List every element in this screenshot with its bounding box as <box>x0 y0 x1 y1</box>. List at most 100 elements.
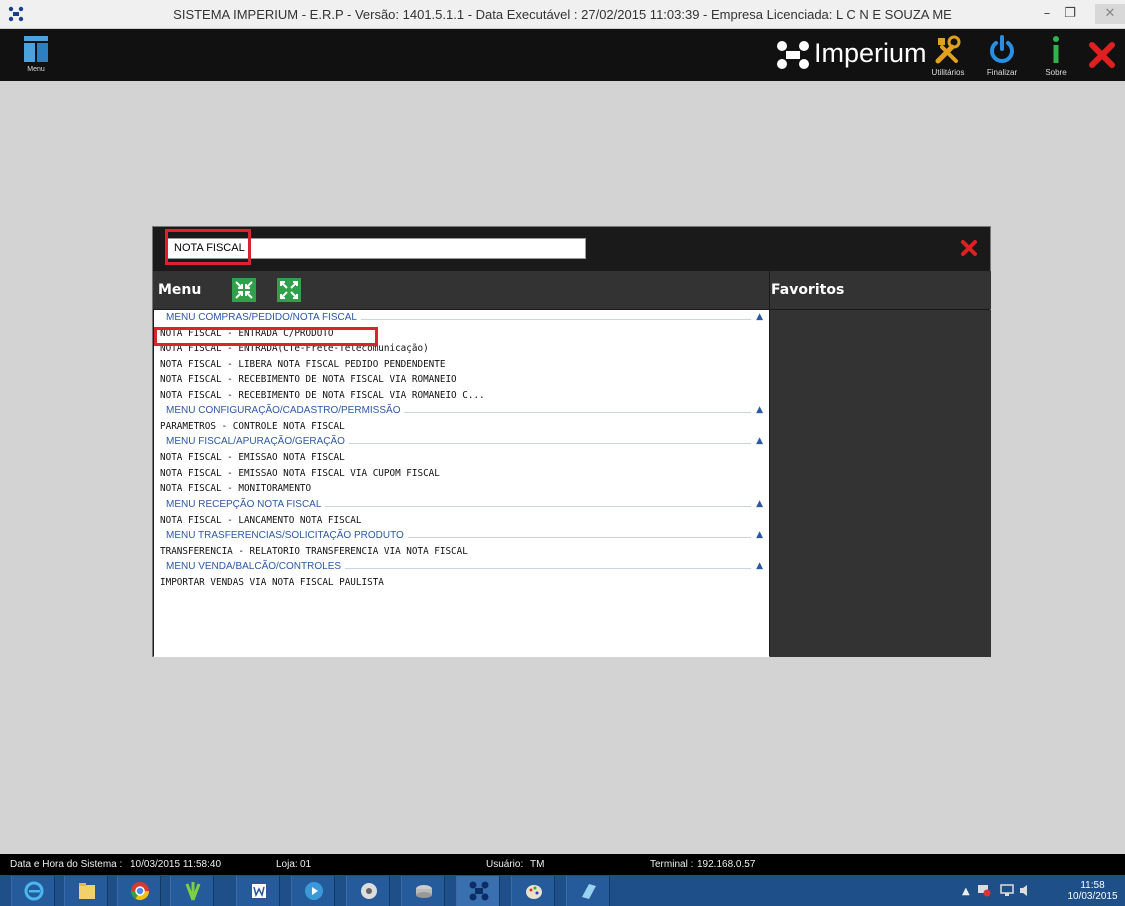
menu-icon <box>24 36 48 62</box>
taskbar-media[interactable] <box>291 876 335 906</box>
taskbar-chrome[interactable] <box>117 876 161 906</box>
finalizar-button[interactable]: Finalizar <box>978 33 1026 79</box>
collapse-caret-icon[interactable]: ▲ <box>756 499 763 509</box>
menu-item[interactable]: PARAMETROS - CONTROLE NOTA FISCAL <box>154 419 769 434</box>
menu-item[interactable]: NOTA FISCAL - MONITORAMENTO <box>154 481 769 496</box>
taskbar-imperium[interactable] <box>456 876 500 906</box>
close-icon <box>1089 42 1115 68</box>
close-window-button[interactable]: ✕ <box>1095 4 1125 24</box>
taskbar-word[interactable] <box>236 876 280 906</box>
collapse-caret-icon[interactable]: ▲ <box>756 405 763 415</box>
expand-all-button[interactable] <box>277 278 301 302</box>
taskbar-app[interactable] <box>566 876 610 906</box>
collapse-caret-icon[interactable]: ▲ <box>756 436 763 446</box>
collapse-icon <box>235 281 253 299</box>
volume-icon[interactable] <box>1019 884 1033 897</box>
media-player-icon <box>305 882 323 900</box>
clock-date: 10/03/2015 <box>1067 891 1118 902</box>
imperium-icon <box>469 881 489 901</box>
menu-panel-header: Menu <box>153 271 769 309</box>
network-icon[interactable] <box>1000 884 1014 897</box>
collapse-caret-icon[interactable]: ▲ <box>756 561 763 571</box>
favorites-panel <box>770 310 991 657</box>
usuario-label: Usuário: <box>486 859 524 870</box>
terminal-value: 192.168.0.57 <box>697 859 756 870</box>
group-title: MENU TRASFERENCIAS/SOLICITAÇÃO PRODUTO <box>166 529 408 541</box>
loja-value: 01 <box>300 859 312 870</box>
sobre-button[interactable]: Sobre <box>1032 33 1080 79</box>
item-highlight-box <box>154 327 378 346</box>
group-title: MENU RECEPÇÃO NOTA FISCAL <box>166 498 326 510</box>
group-title: MENU VENDA/BALCÃO/CONTROLES <box>166 561 346 573</box>
expand-icon <box>280 281 298 299</box>
menu-group-header[interactable]: MENU CONFIGURAÇÃO/CADASTRO/PERMISSÃO ▲ <box>154 403 769 419</box>
menu-group-header[interactable]: MENU COMPRAS/PEDIDO/NOTA FISCAL ▲ <box>154 310 769 326</box>
tools-icon <box>935 35 961 64</box>
usuario-value: TM <box>530 859 545 870</box>
group-title: MENU FISCAL/APURAÇÃO/GERAÇÃO <box>166 436 349 448</box>
menu-group-header[interactable]: MENU FISCAL/APURAÇÃO/GERAÇÃO ▲ <box>154 434 769 450</box>
group-title: MENU COMPRAS/PEDIDO/NOTA FISCAL <box>166 312 361 323</box>
close-dialog-icon[interactable] <box>960 239 978 257</box>
internet-explorer-icon <box>24 881 44 901</box>
datetime-value: 10/03/2015 11:58:40 <box>130 859 222 870</box>
window-title: SISTEMA IMPERIUM - E.R.P - Versão: 1401.… <box>173 7 952 22</box>
collapse-all-button[interactable] <box>232 278 256 302</box>
datetime-label: Data e Hora do Sistema : <box>10 859 123 870</box>
menu-item[interactable]: IMPORTAR VENDAS VIA NOTA FISCAL PAULISTA <box>154 575 769 590</box>
taskbar-plant-app[interactable] <box>170 876 214 906</box>
maximize-button[interactable]: ❐ <box>1060 4 1080 24</box>
status-bar: Data e Hora do Sistema : 10/03/2015 11:5… <box>0 854 1125 875</box>
chrome-icon <box>131 882 149 901</box>
finalizar-label: Finalizar <box>986 68 1018 77</box>
plant-app-icon <box>185 882 201 901</box>
taskbar-paint[interactable] <box>511 876 555 906</box>
favorites-title: Favoritos <box>771 282 845 298</box>
action-center-flag-icon[interactable] <box>977 884 991 897</box>
loja-label: Loja: <box>276 859 298 870</box>
brand-name: Imperium <box>814 38 927 68</box>
taskbar-database[interactable] <box>401 876 445 906</box>
menu-item[interactable]: NOTA FISCAL - EMISSAO NOTA FISCAL <box>154 450 769 465</box>
word-icon <box>250 882 268 900</box>
taskbar-clock[interactable]: 11:58 10/03/2015 <box>1065 880 1120 902</box>
minimize-button[interactable]: – <box>1037 4 1057 24</box>
database-app-icon <box>416 885 432 898</box>
exit-button[interactable] <box>1086 33 1125 79</box>
menu-group-header[interactable]: MENU RECEPÇÃO NOTA FISCAL ▲ <box>154 497 769 513</box>
taskbar-camera[interactable] <box>346 876 390 906</box>
collapse-caret-icon[interactable]: ▲ <box>756 312 763 322</box>
windows-taskbar: ▲ 11:58 10/03/2015 <box>0 875 1125 906</box>
menu-panel-title: Menu <box>158 282 202 298</box>
menu-results-list: MENU COMPRAS/PEDIDO/NOTA FISCAL ▲ NOTA F… <box>154 310 769 657</box>
info-icon <box>1053 36 1059 63</box>
tray-expand-icon[interactable]: ▲ <box>962 886 970 897</box>
menu-item[interactable]: NOTA FISCAL - RECEBIMENTO DE NOTA FISCAL… <box>154 388 769 403</box>
app-toolbar: Menu Imperium Utilitários Finalizar Sobr… <box>0 29 1125 81</box>
taskbar-explorer[interactable] <box>64 876 108 906</box>
clock-time: 11:58 <box>1080 880 1105 891</box>
menu-group-header[interactable]: MENU TRASFERENCIAS/SOLICITAÇÃO PRODUTO ▲ <box>154 528 769 544</box>
utilitarios-label: Utilitários <box>931 68 965 77</box>
menu-item[interactable]: NOTA FISCAL - LANCAMENTO NOTA FISCAL <box>154 513 769 528</box>
favorites-panel-header: Favoritos <box>770 271 991 309</box>
sobre-label: Sobre <box>1045 68 1067 77</box>
power-icon <box>990 35 1014 63</box>
collapse-caret-icon[interactable]: ▲ <box>756 530 763 540</box>
utilitarios-button[interactable]: Utilitários <box>924 33 972 79</box>
taskbar-ie[interactable] <box>11 876 55 906</box>
menu-item[interactable]: TRANSFERENCIA - RELATORIO TRANSFERENCIA … <box>154 544 769 559</box>
window-titlebar: SISTEMA IMPERIUM - E.R.P - Versão: 1401.… <box>0 0 1125 29</box>
terminal-label: Terminal : <box>650 859 694 870</box>
paint-icon <box>526 885 542 899</box>
menu-item[interactable]: NOTA FISCAL - RECEBIMENTO DE NOTA FISCAL… <box>154 372 769 387</box>
group-title: MENU CONFIGURAÇÃO/CADASTRO/PERMISSÃO <box>166 404 405 416</box>
menu-search-dialog: NOTA FISCAL Menu Favoritos MENU COMPRAS/… <box>152 226 991 657</box>
search-highlight-box <box>165 229 251 265</box>
menu-group-header[interactable]: MENU VENDA/BALCÃO/CONTROLES ▲ <box>154 559 769 575</box>
menu-item[interactable]: NOTA FISCAL - EMISSAO NOTA FISCAL VIA CU… <box>154 466 769 481</box>
menu-item[interactable]: NOTA FISCAL - LIBERA NOTA FISCAL PEDIDO … <box>154 357 769 372</box>
imperium-brand-icon <box>777 41 809 69</box>
file-explorer-icon <box>79 883 95 899</box>
menu-button[interactable]: Menu <box>24 36 48 78</box>
